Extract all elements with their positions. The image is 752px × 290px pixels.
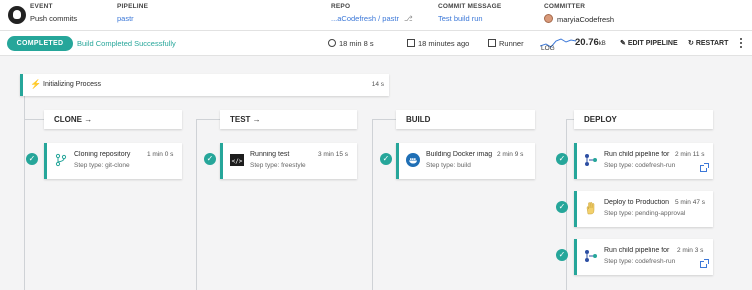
docker-icon xyxy=(406,153,420,167)
repo-field: REPO ...aCodefresh / pastr ⎇ xyxy=(331,3,413,23)
restart-label: RESTART xyxy=(695,40,729,47)
connector-line xyxy=(196,119,197,290)
terminal-icon: </> xyxy=(230,154,244,166)
event-field: EVENT Push commits xyxy=(30,3,77,23)
step-duration: 1 min 0 s xyxy=(147,151,174,158)
committer-label: COMMITTER xyxy=(544,3,586,10)
connector-line xyxy=(372,119,396,120)
step-clone[interactable]: Cloning repository 1 min 0 s Step type: … xyxy=(44,143,182,179)
github-icon xyxy=(8,6,26,24)
success-check-icon: ✓ xyxy=(26,153,38,165)
connector-line xyxy=(372,119,373,290)
step-title: Building Docker image xyxy=(426,151,492,158)
step-test[interactable]: </> Running test 3 min 15 s Step type: f… xyxy=(220,143,357,179)
svg-text:</>: </> xyxy=(232,158,243,165)
calendar-icon xyxy=(407,39,415,47)
status-badge: COMPLETED xyxy=(7,36,73,51)
more-menu-icon[interactable] xyxy=(740,38,742,48)
log-size-unit: kB xyxy=(598,41,606,47)
event-label: EVENT xyxy=(30,3,53,10)
init-label: Initializing Process xyxy=(43,81,101,88)
success-check-icon: ✓ xyxy=(380,153,392,165)
success-check-icon: ✓ xyxy=(556,249,568,261)
external-link-icon[interactable] xyxy=(700,163,709,172)
commit-label: COMMIT MESSAGE xyxy=(438,3,502,10)
step-type: Step type: pending-approval xyxy=(604,210,686,217)
step-type: Step type: git-clone xyxy=(74,162,130,169)
commit-link[interactable]: Test build run xyxy=(438,14,501,23)
step-duration: 2 min 3 s xyxy=(677,247,704,254)
repo-value: ...aCodefresh / pastr ⎇ xyxy=(331,14,413,23)
success-check-icon: ✓ xyxy=(204,153,216,165)
duration-value: 18 min 8 s xyxy=(339,39,374,48)
runner[interactable]: Runner xyxy=(488,39,524,48)
repo-label: REPO xyxy=(331,3,351,10)
restart-button[interactable]: ↻ RESTART xyxy=(688,39,728,47)
committer-value: maryiaCodefresh xyxy=(544,14,614,24)
initializing-step[interactable]: ⚡ Initializing Process 14 s xyxy=(20,74,389,96)
commit-field: COMMIT MESSAGE Test build run xyxy=(438,3,501,23)
step-title: Run child pipeline for xyxy=(604,151,670,158)
step-type: Step type: codefresh-run xyxy=(604,162,676,169)
log-size[interactable]: 20.76kB xyxy=(575,37,606,48)
step-duration: 5 min 47 s xyxy=(675,199,705,206)
init-time: 14 s xyxy=(371,81,384,88)
success-check-icon: ✓ xyxy=(556,153,568,165)
pipeline-label: PIPELINE xyxy=(117,3,149,10)
step-title: Cloning repository xyxy=(74,151,131,158)
pipeline-field: PIPELINE pastr xyxy=(117,3,148,23)
pencil-icon: ✎ xyxy=(620,40,626,47)
branch-icon: ⎇ xyxy=(404,14,413,23)
avatar xyxy=(544,14,553,23)
log-size-value: 20.76 xyxy=(575,37,599,48)
runner-icon xyxy=(488,39,496,47)
duration: 18 min 8 s xyxy=(328,39,374,48)
step-deploy-approval[interactable]: Deploy to Production 5 min 47 s Step typ… xyxy=(574,191,713,227)
restart-icon: ↻ xyxy=(688,40,694,47)
stage-test[interactable]: TEST → xyxy=(220,110,357,129)
hand-icon xyxy=(586,201,595,215)
connector-line xyxy=(24,119,44,120)
step-duration: 2 min 9 s xyxy=(497,151,524,158)
pipeline-icon xyxy=(585,154,597,166)
connector-line xyxy=(566,119,574,120)
status-bar: COMPLETED Build Completed Successfully 1… xyxy=(0,31,752,56)
step-title: Running test xyxy=(250,151,290,158)
step-build[interactable]: Building Docker image 2 min 9 s Step typ… xyxy=(396,143,535,179)
log-label: LOG xyxy=(541,45,555,52)
runner-label: Runner xyxy=(499,39,524,48)
step-type: Step type: build xyxy=(426,162,471,169)
connector-line xyxy=(24,96,25,290)
step-duration: 2 min 11 s xyxy=(675,151,705,158)
step-title: Deploy to Production xyxy=(604,199,669,206)
connector-line xyxy=(196,119,220,120)
edit-pipeline-button[interactable]: ✎ EDIT PIPELINE xyxy=(620,39,678,47)
started-value: 18 minutes ago xyxy=(418,39,470,48)
stage-clone[interactable]: CLONE → xyxy=(44,110,182,129)
event-value: Push commits xyxy=(30,14,78,23)
step-type: Step type: freestyle xyxy=(250,162,306,169)
step-type: Step type: codefresh-run xyxy=(604,258,676,265)
committer-field: COMMITTER maryiaCodefresh xyxy=(544,3,614,24)
clock-icon xyxy=(328,39,336,47)
status-message: Build Completed Successfully xyxy=(77,39,176,48)
bolt-icon: ⚡ xyxy=(30,79,42,89)
step-deploy-child-1[interactable]: Run child pipeline for 2 min 11 s Step t… xyxy=(574,143,713,179)
stage-build[interactable]: BUILD xyxy=(396,110,535,129)
build-header: EVENT Push commits PIPELINE pastr REPO .… xyxy=(0,0,752,31)
pipeline-icon xyxy=(585,250,597,262)
committer-name: maryiaCodefresh xyxy=(557,15,615,24)
edit-pipeline-label: EDIT PIPELINE xyxy=(627,40,678,47)
step-deploy-child-2[interactable]: Run child pipeline for 2 min 3 s Step ty… xyxy=(574,239,713,275)
stage-deploy[interactable]: DEPLOY xyxy=(574,110,713,129)
external-link-icon[interactable] xyxy=(700,259,709,268)
approval-thumb-icon: ✓ xyxy=(556,201,568,213)
step-duration: 3 min 15 s xyxy=(318,151,348,158)
repo-link[interactable]: ...aCodefresh / pastr xyxy=(331,14,399,23)
git-branch-icon xyxy=(55,153,67,167)
started-time: 18 minutes ago xyxy=(407,39,469,48)
step-title: Run child pipeline for xyxy=(604,247,670,254)
pipeline-link[interactable]: pastr xyxy=(117,14,148,23)
